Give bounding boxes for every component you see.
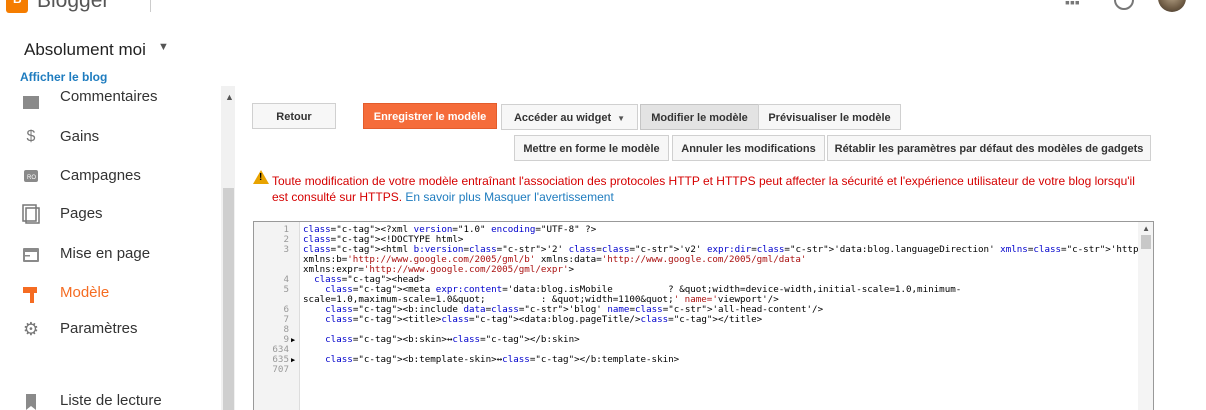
sidebar-item-label: Gains — [60, 128, 100, 145]
sidebar-item-label: Paramètres — [60, 320, 138, 337]
brand-divider — [150, 0, 151, 12]
revert-changes-button[interactable]: Annuler les modifications — [672, 135, 825, 161]
sidebar: Commentaires $ Gains RO Campagnes Pages … — [0, 86, 220, 410]
sidebar-item-comments[interactable]: Commentaires — [0, 86, 220, 120]
line-number: 707 — [272, 364, 289, 375]
view-blog-link[interactable]: Afficher le blog — [20, 70, 107, 84]
line-number: 5 — [283, 284, 289, 295]
preview-template-button[interactable]: Prévisualiser le modèle — [758, 104, 901, 130]
gear-icon: ⚙ — [22, 319, 40, 339]
code-text: class="c-tag"><title>class="c-tag"><data… — [325, 314, 763, 325]
template-code-editor[interactable]: 1 class="c-tag"><?xml version="1.0" encod… — [253, 221, 1154, 410]
format-template-button[interactable]: Mettre en forme le modèle — [514, 135, 669, 161]
sidebar-item-label: Campagnes — [60, 167, 141, 184]
sidebar-item-label: Mise en page — [60, 245, 151, 262]
sidebar-scrollbar-thumb[interactable] — [223, 188, 234, 410]
reset-gadget-templates-button[interactable]: Rétablir les paramètres par défaut des m… — [827, 135, 1151, 161]
sidebar-item-label: Pages — [60, 205, 103, 222]
sidebar-item-earnings[interactable]: $ Gains — [0, 126, 220, 160]
layout-icon — [22, 246, 40, 264]
avatar[interactable] — [1158, 0, 1186, 12]
sidebar-item-campaigns[interactable]: RO Campagnes — [0, 165, 220, 199]
sidebar-item-settings[interactable]: ⚙ Paramètres — [0, 320, 220, 354]
sidebar-item-label: Commentaires — [60, 88, 158, 105]
blogger-logo-icon[interactable]: B — [6, 0, 28, 13]
chevron-down-icon: ▼ — [617, 114, 626, 123]
back-button[interactable]: Retour — [252, 103, 336, 129]
jump-to-widget-label: Accéder au widget — [513, 112, 612, 124]
fold-arrow-icon[interactable]: ▶ — [291, 355, 295, 365]
comment-icon — [22, 91, 40, 109]
ads-icon: RO — [22, 167, 40, 185]
blog-title[interactable]: Absolument moi — [24, 40, 146, 60]
sidebar-item-label: Liste de lecture — [60, 392, 162, 409]
jump-to-widget-button[interactable]: Accéder au widget ▼ — [501, 104, 638, 130]
brand-name: Blogger — [37, 0, 110, 12]
bookmark-icon — [22, 393, 40, 410]
line-number: 3 — [283, 244, 289, 255]
sidebar-item-template[interactable]: Modèle — [0, 282, 220, 316]
https-warning: Toute modification de votre modèle entra… — [272, 173, 1152, 205]
apps-grid-icon[interactable]: ▪▪▪ — [1065, 0, 1080, 10]
dollar-icon: $ — [26, 128, 36, 145]
edit-template-button[interactable]: Modifier le modèle — [640, 104, 759, 130]
sidebar-item-pages[interactable]: Pages — [0, 203, 220, 237]
blog-selector-caret-icon[interactable]: ▼ — [158, 41, 169, 53]
sidebar-item-label: Modèle — [60, 284, 110, 301]
top-bar: B Blogger ▪▪▪ — [0, 0, 1206, 16]
warning-text: Toute modification de votre modèle entra… — [272, 174, 1135, 204]
editor-scrollbar[interactable] — [1138, 222, 1153, 410]
learn-more-link[interactable]: En savoir plus — [405, 190, 480, 204]
editor-scrollbar-thumb[interactable] — [1141, 235, 1151, 249]
sidebar-item-layout[interactable]: Mise en page — [0, 243, 220, 277]
fold-arrow-icon[interactable]: ▶ — [291, 335, 295, 345]
code-text: class="c-tag"><b:skin>↔class="c-tag"></b… — [325, 334, 580, 345]
warning-mark: ! — [259, 172, 263, 183]
dismiss-warning-link[interactable]: Masquer l'avertissement — [484, 190, 614, 204]
template-icon — [22, 286, 40, 304]
sidebar-item-reading-list[interactable]: Liste de lecture — [0, 391, 220, 410]
help-icon[interactable] — [1114, 0, 1134, 10]
pages-icon — [22, 204, 40, 224]
scroll-up-arrow-icon[interactable]: ▲ — [1142, 224, 1150, 233]
scroll-up-arrow-icon[interactable]: ▲ — [225, 92, 234, 102]
save-template-button[interactable]: Enregistrer le modèle — [363, 103, 497, 129]
code-text: class="c-tag"><b:template-skin>↔class="c… — [325, 354, 680, 365]
svg-text:RO: RO — [27, 175, 36, 181]
